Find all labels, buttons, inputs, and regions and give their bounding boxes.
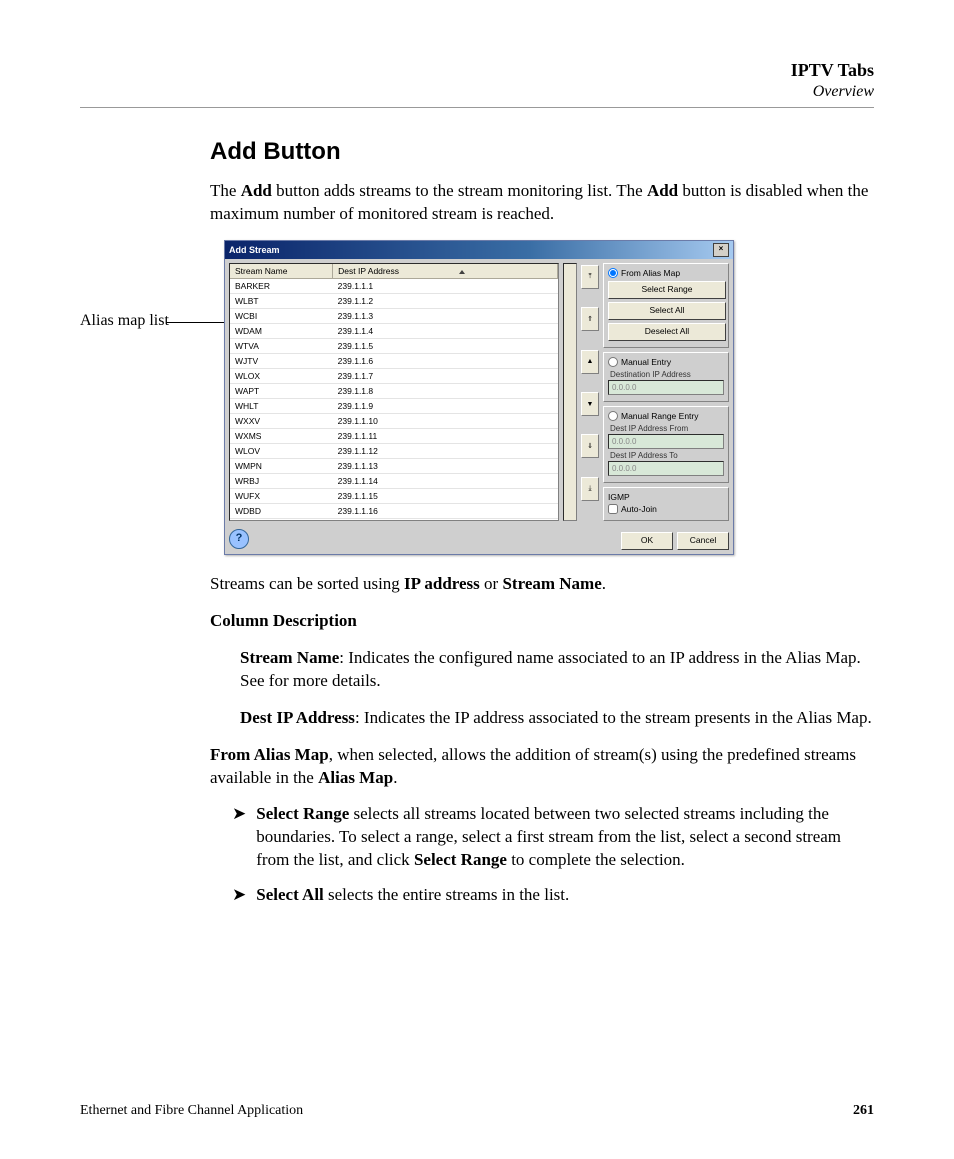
header-rule	[80, 107, 874, 108]
help-icon[interactable]: ?	[229, 529, 249, 549]
footer-page-number: 261	[853, 1103, 874, 1119]
intro-paragraph: The Add button adds streams to the strea…	[210, 180, 874, 226]
from-alias-group: From Alias Map Select Range Select All D…	[603, 263, 729, 348]
add-stream-dialog: Add Stream × Stream Name Dest IP Address…	[224, 240, 734, 555]
dest-from-field[interactable]: 0.0.0.0	[608, 434, 724, 449]
cancel-button[interactable]: Cancel	[677, 532, 729, 550]
table-row[interactable]: BARKER239.1.1.1	[230, 278, 558, 293]
dest-ip-desc: Dest IP Address: Indicates the IP addres…	[240, 707, 874, 730]
callout-leader-line	[166, 322, 224, 323]
dest-ip-label: Destination IP Address	[610, 370, 724, 379]
select-range-button[interactable]: Select Range	[608, 281, 726, 299]
table-row[interactable]: WUFX239.1.1.15	[230, 488, 558, 503]
table-row[interactable]: WLOV239.1.1.12	[230, 443, 558, 458]
bullet-arrow-icon: ➤	[232, 884, 246, 907]
dialog-title-text: Add Stream	[229, 245, 280, 255]
manual-entry-radio[interactable]	[608, 357, 618, 367]
table-row[interactable]: WLOX239.1.1.7	[230, 368, 558, 383]
select-all-item: ➤ Select All selects the entire streams …	[232, 884, 874, 907]
move-button-1[interactable]: ⇑	[581, 307, 599, 331]
sort-asc-icon	[459, 270, 465, 274]
column-desc-heading: Column Description	[210, 610, 874, 633]
stream-table-wrap: Stream Name Dest IP Address BARKER239.1.…	[229, 263, 559, 521]
manual-range-radio[interactable]	[608, 411, 618, 421]
igmp-label: IGMP	[608, 492, 724, 502]
table-row[interactable]: WXMS239.1.1.11	[230, 428, 558, 443]
dialog-titlebar[interactable]: Add Stream ×	[225, 241, 733, 259]
bullet-arrow-icon: ➤	[232, 803, 246, 872]
manual-entry-group: Manual Entry Destination IP Address 0.0.…	[603, 352, 729, 402]
table-row[interactable]: WDAM239.1.1.4	[230, 323, 558, 338]
move-button-3[interactable]: ▼	[581, 392, 599, 416]
table-row[interactable]: WJTV239.1.1.6	[230, 353, 558, 368]
igmp-group: IGMP Auto-Join	[603, 487, 729, 521]
table-row[interactable]: WHLT239.1.1.9	[230, 398, 558, 413]
from-alias-radio[interactable]	[608, 268, 618, 278]
callout-label: Alias map list	[80, 312, 200, 330]
table-row[interactable]: WDBD239.1.1.16	[230, 503, 558, 518]
dest-ip-field[interactable]: 0.0.0.0	[608, 380, 724, 395]
manual-range-group: Manual Range Entry Dest IP Address From …	[603, 406, 729, 483]
move-button-4[interactable]: ⇓	[581, 434, 599, 458]
table-row[interactable]: WLBT239.1.1.2	[230, 293, 558, 308]
footer-left: Ethernet and Fibre Channel Application	[80, 1103, 303, 1119]
dest-to-label: Dest IP Address To	[610, 451, 724, 460]
table-row[interactable]: WMPN239.1.1.13	[230, 458, 558, 473]
from-alias-map-desc: From Alias Map, when selected, allows th…	[210, 744, 874, 790]
sorted-paragraph: Streams can be sorted using IP address o…	[210, 573, 874, 596]
select-all-button[interactable]: Select All	[608, 302, 726, 320]
select-range-item: ➤ Select Range selects all streams locat…	[232, 803, 874, 872]
page-header-title: IPTV Tabs	[80, 60, 874, 81]
auto-join-checkbox[interactable]	[608, 504, 618, 514]
col-stream-name[interactable]: Stream Name	[230, 264, 333, 279]
stream-name-desc: Stream Name: Indicates the configured na…	[240, 647, 874, 693]
table-row[interactable]: WAPT239.1.1.8	[230, 383, 558, 398]
dest-from-label: Dest IP Address From	[610, 424, 724, 433]
section-heading: Add Button	[210, 138, 874, 166]
deselect-all-button[interactable]: Deselect All	[608, 323, 726, 341]
close-button[interactable]: ×	[713, 243, 729, 257]
move-buttons-column: ⤒ ⇑ ▲ ▼ ⇓ ⤓	[581, 263, 599, 521]
move-button-0[interactable]: ⤒	[581, 265, 599, 289]
ok-button[interactable]: OK	[621, 532, 673, 550]
stream-table[interactable]: Stream Name Dest IP Address BARKER239.1.…	[230, 264, 558, 519]
table-row[interactable]: WCBI239.1.1.3	[230, 308, 558, 323]
move-button-5[interactable]: ⤓	[581, 477, 599, 501]
dest-to-field[interactable]: 0.0.0.0	[608, 461, 724, 476]
table-row[interactable]: WRBJ239.1.1.14	[230, 473, 558, 488]
scrollbar[interactable]	[563, 263, 577, 521]
page-header-subtitle: Overview	[80, 83, 874, 101]
col-dest-ip[interactable]: Dest IP Address	[333, 264, 558, 279]
table-row[interactable]: WXXV239.1.1.10	[230, 413, 558, 428]
table-row[interactable]: WTVA239.1.1.5	[230, 338, 558, 353]
move-button-2[interactable]: ▲	[581, 350, 599, 374]
